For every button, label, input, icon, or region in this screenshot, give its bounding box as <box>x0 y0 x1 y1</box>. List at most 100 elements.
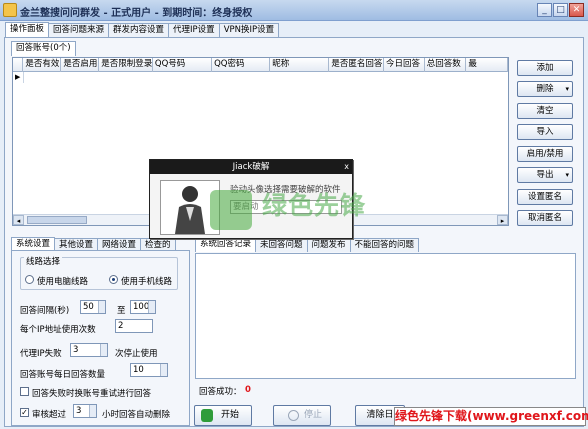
dialog-title: Jiack破解 <box>150 160 352 174</box>
radio-pc-line-label: 使用电脑线路 <box>37 277 89 287</box>
per-ip-field[interactable]: 2 <box>115 319 153 333</box>
per-ip-value: 2 <box>118 321 124 331</box>
account-tab-strip: 回答账号(0个) <box>11 41 76 57</box>
tab-accounts[interactable]: 回答账号(0个) <box>11 41 76 56</box>
proxy-fail-prefix: 代理IP失败 <box>20 349 62 359</box>
review-checkbox[interactable]: ✓ <box>20 408 29 417</box>
add-button[interactable]: 添加 <box>517 60 573 76</box>
interval-from-value: 50 <box>83 302 94 312</box>
system-settings-panel: 使用电脑线路 使用手机线路 线路选择 回答间隔(秒) 50 至 100 每个IP… <box>11 250 190 426</box>
set-anonymous-button[interactable]: 设置匿名 <box>517 189 573 205</box>
title-bar: 金兰整搜问问群发 - 正式用户 - 到期时间：终身授权 _ □ ✕ <box>0 0 588 21</box>
radio-pc-line[interactable] <box>25 275 34 284</box>
scroll-left-icon[interactable]: ◂ <box>13 215 24 225</box>
app-window: 金兰整搜问问群发 - 正式用户 - 到期时间：终身授权 _ □ ✕ 操作面板 回… <box>0 0 588 429</box>
tab-cannot-answer[interactable]: 不能回答的问题 <box>349 238 420 252</box>
cancel-anonymous-label: 取消匿名 <box>527 213 562 223</box>
line-selection-legend: 线路选择 <box>24 255 63 267</box>
interval-to-label: 至 <box>117 306 126 316</box>
col-last[interactable]: 最 <box>466 58 508 72</box>
stop-button[interactable]: 停止 <box>273 405 331 426</box>
radio-mobile-line[interactable] <box>109 275 118 284</box>
start-label: 开始 <box>221 410 240 420</box>
stop-label: 停止 <box>304 410 323 420</box>
clear-button[interactable]: 清空 <box>517 103 573 119</box>
minimize-button[interactable]: _ <box>537 3 552 17</box>
export-label: 导出 <box>536 170 554 180</box>
chevron-down-icon: ▾ <box>565 171 569 179</box>
review-hours-value: 3 <box>76 406 82 416</box>
review-label: 审核超过 <box>32 410 67 420</box>
watermark-brand: 绿色先锋 <box>262 191 367 220</box>
tab-unanswered[interactable]: 未回答问题 <box>255 238 308 252</box>
daily-label: 回答账号每日回答数量 <box>20 370 106 380</box>
start-button[interactable]: 开始 <box>194 405 252 426</box>
col-valid[interactable]: 是否有效 <box>23 58 62 72</box>
col-nickname[interactable]: 昵称 <box>270 58 330 72</box>
row-pointer-icon: ▶ <box>15 73 21 81</box>
grid-corner <box>13 58 24 72</box>
retry-checkbox[interactable] <box>20 387 29 396</box>
col-enabled[interactable]: 是否启用 <box>61 58 100 72</box>
interval-from-stepper[interactable]: 50 <box>80 300 106 314</box>
review-suffix: 小时回答自动删除 <box>102 410 171 420</box>
enable-disable-button[interactable]: 启用/禁用 <box>517 146 573 162</box>
spinner-icon[interactable] <box>98 301 105 313</box>
export-button[interactable]: 导出 ▾ <box>517 167 573 183</box>
interval-to-stepper[interactable]: 100 <box>130 300 156 314</box>
scroll-thumb[interactable] <box>27 216 87 224</box>
clear-label: 清空 <box>536 106 554 116</box>
interval-label: 回答间隔(秒) <box>20 306 70 316</box>
cancel-anonymous-button[interactable]: 取消匿名 <box>517 210 573 226</box>
spinner-icon[interactable] <box>148 301 155 313</box>
chevron-down-icon: ▾ <box>565 85 569 93</box>
tab-question-source[interactable]: 回答问题来源 <box>48 23 110 37</box>
spinner-icon[interactable] <box>89 405 96 417</box>
tab-content-settings[interactable]: 群发内容设置 <box>108 23 170 37</box>
stop-icon <box>288 410 299 421</box>
tab-answer-log[interactable]: 系统回答记录 <box>195 237 257 252</box>
per-ip-label: 每个IP地址使用次数 <box>20 325 96 335</box>
proxy-fail-stepper[interactable]: 3 <box>70 343 108 357</box>
import-label: 导入 <box>536 127 554 137</box>
app-icon <box>3 3 17 17</box>
col-anonymous[interactable]: 是否匿名回答 <box>329 58 384 72</box>
row-selector[interactable]: ▶ <box>13 72 24 83</box>
radio-mobile-line-label: 使用手机线路 <box>121 277 173 287</box>
main-tab-strip: 操作面板 回答问题来源 群发内容设置 代理IP设置 VPN换IP设置 <box>5 22 280 38</box>
interval-to-value: 100 <box>133 302 150 312</box>
grid-header: 是否有效 是否启用 是否限制登录 QQ号码 QQ密码 昵称 是否匿名回答 今日回… <box>13 58 508 72</box>
maximize-button[interactable]: □ <box>553 3 568 17</box>
col-qq-password[interactable]: QQ密码 <box>212 58 271 72</box>
add-label: 添加 <box>536 63 554 73</box>
review-hours-stepper[interactable]: 3 <box>73 404 97 418</box>
tab-question-post[interactable]: 问题发布 <box>306 238 351 252</box>
dialog-close-icon[interactable]: x <box>344 160 349 174</box>
scroll-right-icon[interactable]: ▸ <box>497 215 508 225</box>
set-anonymous-label: 设置匿名 <box>527 192 562 202</box>
close-button[interactable]: ✕ <box>569 3 584 17</box>
spinner-icon[interactable] <box>160 364 167 376</box>
daily-value: 10 <box>133 365 144 375</box>
tab-vpn-ip[interactable]: VPN换IP设置 <box>218 23 280 37</box>
answer-log-area[interactable] <box>195 253 576 379</box>
col-total-answers[interactable]: 总回答数 <box>425 58 467 72</box>
tab-operation-panel[interactable]: 操作面板 <box>5 22 50 37</box>
watermark-site: 绿色先锋下载(www.greenxf.com) <box>394 407 588 426</box>
retry-label: 回答失败时换账号重试进行回答 <box>32 389 152 399</box>
col-login-limit[interactable]: 是否限制登录 <box>99 58 153 72</box>
window-title: 金兰整搜问问群发 - 正式用户 - 到期时间：终身授权 <box>20 8 253 19</box>
delete-button[interactable]: 删除 ▾ <box>517 81 573 97</box>
tab-proxy-ip[interactable]: 代理IP设置 <box>168 23 220 37</box>
watermark-logo <box>210 190 252 230</box>
log-tab-strip: 系统回答记录 未回答问题 问题发布 不能回答的问题 <box>195 237 420 253</box>
import-button[interactable]: 导入 <box>517 124 573 140</box>
daily-stepper[interactable]: 10 <box>130 363 168 377</box>
col-today-answers[interactable]: 今日回答 <box>384 58 425 72</box>
success-label: 回答成功： <box>199 387 242 397</box>
enable-disable-label: 启用/禁用 <box>526 149 564 159</box>
col-qq-number[interactable]: QQ号码 <box>153 58 213 72</box>
run-icon <box>201 409 213 422</box>
spinner-icon[interactable] <box>100 344 107 356</box>
delete-label: 删除 <box>536 84 554 94</box>
